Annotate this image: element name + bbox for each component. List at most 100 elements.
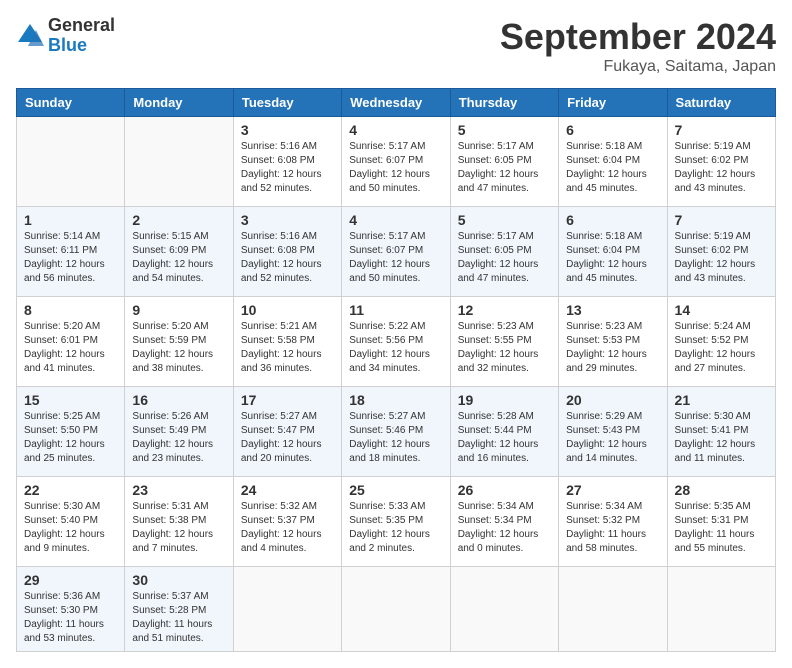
day-info: Sunrise: 5:16 AMSunset: 6:08 PMDaylight:…	[241, 230, 334, 286]
calendar-cell: 11Sunrise: 5:22 AMSunset: 5:56 PMDayligh…	[342, 297, 450, 387]
day-info: Sunrise: 5:24 AMSunset: 5:52 PMDaylight:…	[675, 320, 768, 376]
day-info: Sunrise: 5:37 AMSunset: 5:28 PMDaylight:…	[132, 590, 225, 646]
day-info: Sunrise: 5:19 AMSunset: 6:02 PMDaylight:…	[675, 140, 768, 196]
calendar-cell: 29 Sunrise: 5:36 AMSunset: 5:30 PMDayligh…	[17, 567, 125, 652]
header-sunday: Sunday	[17, 89, 125, 117]
calendar-cell: 7Sunrise: 5:19 AMSunset: 6:02 PMDaylight…	[667, 207, 775, 297]
location: Fukaya, Saitama, Japan	[500, 58, 776, 76]
logo-blue: Blue	[48, 36, 115, 56]
day-info: Sunrise: 5:15 AMSunset: 6:09 PMDaylight:…	[132, 230, 225, 286]
day-number: 21	[675, 392, 768, 408]
header-friday: Friday	[559, 89, 667, 117]
header-thursday: Thursday	[450, 89, 558, 117]
calendar-cell: 19 Sunrise: 5:28 AMSunset: 5:44 PMDayligh…	[450, 387, 558, 477]
calendar-cell: 22 Sunrise: 5:30 AMSunset: 5:40 PMDayligh…	[17, 477, 125, 567]
logo-icon	[16, 22, 44, 50]
calendar-cell	[125, 117, 233, 207]
calendar-cell: 16 Sunrise: 5:26 AMSunset: 5:49 PMDayligh…	[125, 387, 233, 477]
day-number: 6	[566, 122, 659, 138]
day-info: Sunrise: 5:26 AMSunset: 5:49 PMDaylight:…	[132, 410, 225, 466]
day-info: Sunrise: 5:25 AMSunset: 5:50 PMDaylight:…	[24, 410, 117, 466]
calendar-week-row: 15 Sunrise: 5:25 AMSunset: 5:50 PMDayligh…	[17, 387, 776, 477]
logo-text: General Blue	[48, 16, 115, 56]
day-info: Sunrise: 5:30 AMSunset: 5:41 PMDaylight:…	[675, 410, 768, 466]
calendar-cell: 7Sunrise: 5:19 AMSunset: 6:02 PMDaylight…	[667, 117, 775, 207]
calendar-cell	[559, 567, 667, 652]
day-info: Sunrise: 5:33 AMSunset: 5:35 PMDaylight:…	[349, 500, 442, 556]
calendar-cell: 6 Sunrise: 5:18 AMSunset: 6:04 PMDaylight…	[559, 207, 667, 297]
day-info: Sunrise: 5:16 AMSunset: 6:08 PMDaylight:…	[241, 140, 334, 196]
header-tuesday: Tuesday	[233, 89, 341, 117]
day-number: 1	[24, 212, 117, 228]
day-number: 20	[566, 392, 659, 408]
day-number: 17	[241, 392, 334, 408]
calendar-cell: 18Sunrise: 5:27 AMSunset: 5:46 PMDayligh…	[342, 387, 450, 477]
day-info: Sunrise: 5:17 AMSunset: 6:05 PMDaylight:…	[458, 140, 551, 196]
calendar-cell: 2 Sunrise: 5:15 AMSunset: 6:09 PMDaylight…	[125, 207, 233, 297]
calendar-cell: 27Sunrise: 5:34 AMSunset: 5:32 PMDayligh…	[559, 477, 667, 567]
day-info: Sunrise: 5:20 AMSunset: 6:01 PMDaylight:…	[24, 320, 117, 376]
calendar-table: Sunday Monday Tuesday Wednesday Thursday…	[16, 88, 776, 652]
day-info: Sunrise: 5:36 AMSunset: 5:30 PMDaylight:…	[24, 590, 117, 646]
calendar-week-row: 8Sunrise: 5:20 AMSunset: 6:01 PMDaylight…	[17, 297, 776, 387]
day-info: Sunrise: 5:23 AMSunset: 5:55 PMDaylight:…	[458, 320, 551, 376]
day-number: 3	[241, 122, 334, 138]
day-info: Sunrise: 5:18 AMSunset: 6:04 PMDaylight:…	[566, 230, 659, 286]
day-info: Sunrise: 5:27 AMSunset: 5:46 PMDaylight:…	[349, 410, 442, 466]
calendar-cell: 5 Sunrise: 5:17 AMSunset: 6:05 PMDaylight…	[450, 117, 558, 207]
logo: General Blue	[16, 16, 115, 56]
day-info: Sunrise: 5:30 AMSunset: 5:40 PMDaylight:…	[24, 500, 117, 556]
day-number: 19	[458, 392, 551, 408]
calendar-cell: 25 Sunrise: 5:33 AMSunset: 5:35 PMDayligh…	[342, 477, 450, 567]
day-info: Sunrise: 5:28 AMSunset: 5:44 PMDaylight:…	[458, 410, 551, 466]
header-monday: Monday	[125, 89, 233, 117]
day-number: 28	[675, 482, 768, 498]
day-number: 14	[675, 302, 768, 318]
calendar-cell: 5Sunrise: 5:17 AMSunset: 6:05 PMDaylight…	[450, 207, 558, 297]
calendar-cell: 23Sunrise: 5:31 AMSunset: 5:38 PMDayligh…	[125, 477, 233, 567]
day-number: 23	[132, 482, 225, 498]
day-info: Sunrise: 5:29 AMSunset: 5:43 PMDaylight:…	[566, 410, 659, 466]
calendar-cell: 20 Sunrise: 5:29 AMSunset: 5:43 PMDayligh…	[559, 387, 667, 477]
days-header-row: Sunday Monday Tuesday Wednesday Thursday…	[17, 89, 776, 117]
day-number: 6	[566, 212, 659, 228]
calendar-cell: 8Sunrise: 5:20 AMSunset: 6:01 PMDaylight…	[17, 297, 125, 387]
calendar-cell: 12Sunrise: 5:23 AMSunset: 5:55 PMDayligh…	[450, 297, 558, 387]
day-number: 16	[132, 392, 225, 408]
calendar-cell: 1 Sunrise: 5:14 AMSunset: 6:11 PMDaylight…	[17, 207, 125, 297]
day-info: Sunrise: 5:14 AMSunset: 6:11 PMDaylight:…	[24, 230, 117, 286]
day-info: Sunrise: 5:35 AMSunset: 5:31 PMDaylight:…	[675, 500, 768, 556]
calendar-cell: 28 Sunrise: 5:35 AMSunset: 5:31 PMDayligh…	[667, 477, 775, 567]
day-number: 4	[349, 212, 442, 228]
day-number: 15	[24, 392, 117, 408]
calendar-cell: 17 Sunrise: 5:27 AMSunset: 5:47 PMDayligh…	[233, 387, 341, 477]
day-number: 26	[458, 482, 551, 498]
calendar-cell	[450, 567, 558, 652]
day-info: Sunrise: 5:18 AMSunset: 6:04 PMDaylight:…	[566, 140, 659, 196]
header-wednesday: Wednesday	[342, 89, 450, 117]
calendar-cell: 4Sunrise: 5:17 AMSunset: 6:07 PMDaylight…	[342, 117, 450, 207]
day-number: 22	[24, 482, 117, 498]
logo-general: General	[48, 16, 115, 36]
calendar-cell: 21 Sunrise: 5:30 AMSunset: 5:41 PMDayligh…	[667, 387, 775, 477]
day-number: 5	[458, 122, 551, 138]
day-number: 29	[24, 572, 117, 588]
calendar-cell: 3Sunrise: 5:16 AMSunset: 6:08 PMDaylight…	[233, 207, 341, 297]
calendar-cell: 24 Sunrise: 5:32 AMSunset: 5:37 PMDayligh…	[233, 477, 341, 567]
day-info: Sunrise: 5:23 AMSunset: 5:53 PMDaylight:…	[566, 320, 659, 376]
day-number: 2	[132, 212, 225, 228]
day-info: Sunrise: 5:17 AMSunset: 6:07 PMDaylight:…	[349, 230, 442, 286]
day-number: 27	[566, 482, 659, 498]
calendar-cell	[17, 117, 125, 207]
day-info: Sunrise: 5:32 AMSunset: 5:37 PMDaylight:…	[241, 500, 334, 556]
day-number: 25	[349, 482, 442, 498]
calendar-week-row: 3 Sunrise: 5:16 AMSunset: 6:08 PMDaylight…	[17, 117, 776, 207]
calendar-cell: 30Sunrise: 5:37 AMSunset: 5:28 PMDayligh…	[125, 567, 233, 652]
day-number: 24	[241, 482, 334, 498]
calendar-cell: 4 Sunrise: 5:17 AMSunset: 6:07 PMDaylight…	[342, 207, 450, 297]
calendar-cell: 14 Sunrise: 5:24 AMSunset: 5:52 PMDayligh…	[667, 297, 775, 387]
day-number: 11	[349, 302, 442, 318]
day-number: 10	[241, 302, 334, 318]
day-info: Sunrise: 5:27 AMSunset: 5:47 PMDaylight:…	[241, 410, 334, 466]
day-info: Sunrise: 5:34 AMSunset: 5:34 PMDaylight:…	[458, 500, 551, 556]
